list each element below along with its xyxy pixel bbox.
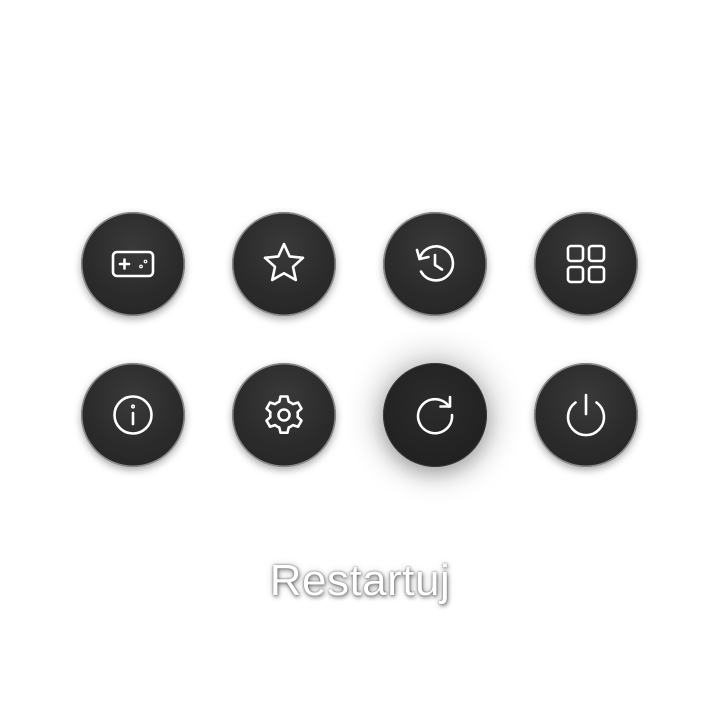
apps-button[interactable] xyxy=(534,212,638,316)
info-button[interactable] xyxy=(81,363,185,467)
restart-icon xyxy=(416,395,454,435)
history-button[interactable] xyxy=(383,212,487,316)
settings-button[interactable] xyxy=(232,363,336,467)
games-button[interactable] xyxy=(81,212,185,316)
selected-item-label: Restartuj xyxy=(269,556,451,605)
menu-grid xyxy=(0,0,720,720)
power-icon xyxy=(566,393,606,437)
quick-menu: Restartuj xyxy=(0,0,720,720)
restart-button[interactable] xyxy=(383,363,487,467)
history-icon xyxy=(415,245,455,282)
gamepad-icon xyxy=(111,250,155,278)
power-button[interactable] xyxy=(534,363,638,467)
star-icon xyxy=(263,242,305,282)
gear-icon xyxy=(265,395,303,434)
info-icon xyxy=(113,395,153,435)
favorites-button[interactable] xyxy=(232,212,336,316)
apps-grid-icon xyxy=(566,244,606,284)
